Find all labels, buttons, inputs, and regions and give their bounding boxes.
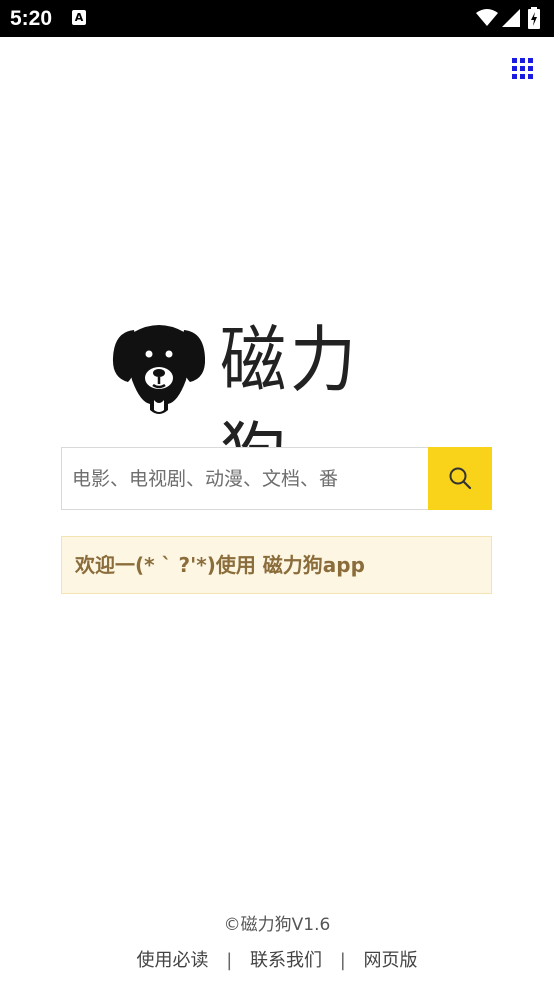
battery-icon [528, 7, 540, 29]
search-button[interactable] [428, 447, 492, 510]
grid-menu-icon[interactable] [512, 58, 534, 80]
dog-head-icon [112, 325, 206, 414]
notification-icon: A [72, 10, 86, 25]
app-logo: 磁力狗 [112, 318, 442, 498]
search-icon [449, 467, 472, 490]
link-usage-notice[interactable]: 使用必读 [136, 950, 208, 971]
status-time: 5:20 [10, 7, 53, 30]
footer-links: 使用必读 | 联系我们 | 网页版 [0, 946, 554, 972]
wifi-icon [476, 9, 498, 26]
search-input[interactable] [62, 448, 428, 509]
link-separator: | [226, 950, 233, 971]
status-bar: 5:20 A [0, 0, 554, 37]
copyright-text: ©磁力狗V1.6 [223, 915, 331, 935]
link-separator: | [339, 950, 346, 971]
search-bar [61, 447, 492, 510]
signal-icon [502, 9, 520, 27]
link-contact-us[interactable]: 联系我们 [250, 950, 322, 971]
link-web-version[interactable]: 网页版 [364, 950, 418, 971]
welcome-banner: 欢迎一(* ` ?'*)使用 磁力狗app [61, 536, 492, 594]
